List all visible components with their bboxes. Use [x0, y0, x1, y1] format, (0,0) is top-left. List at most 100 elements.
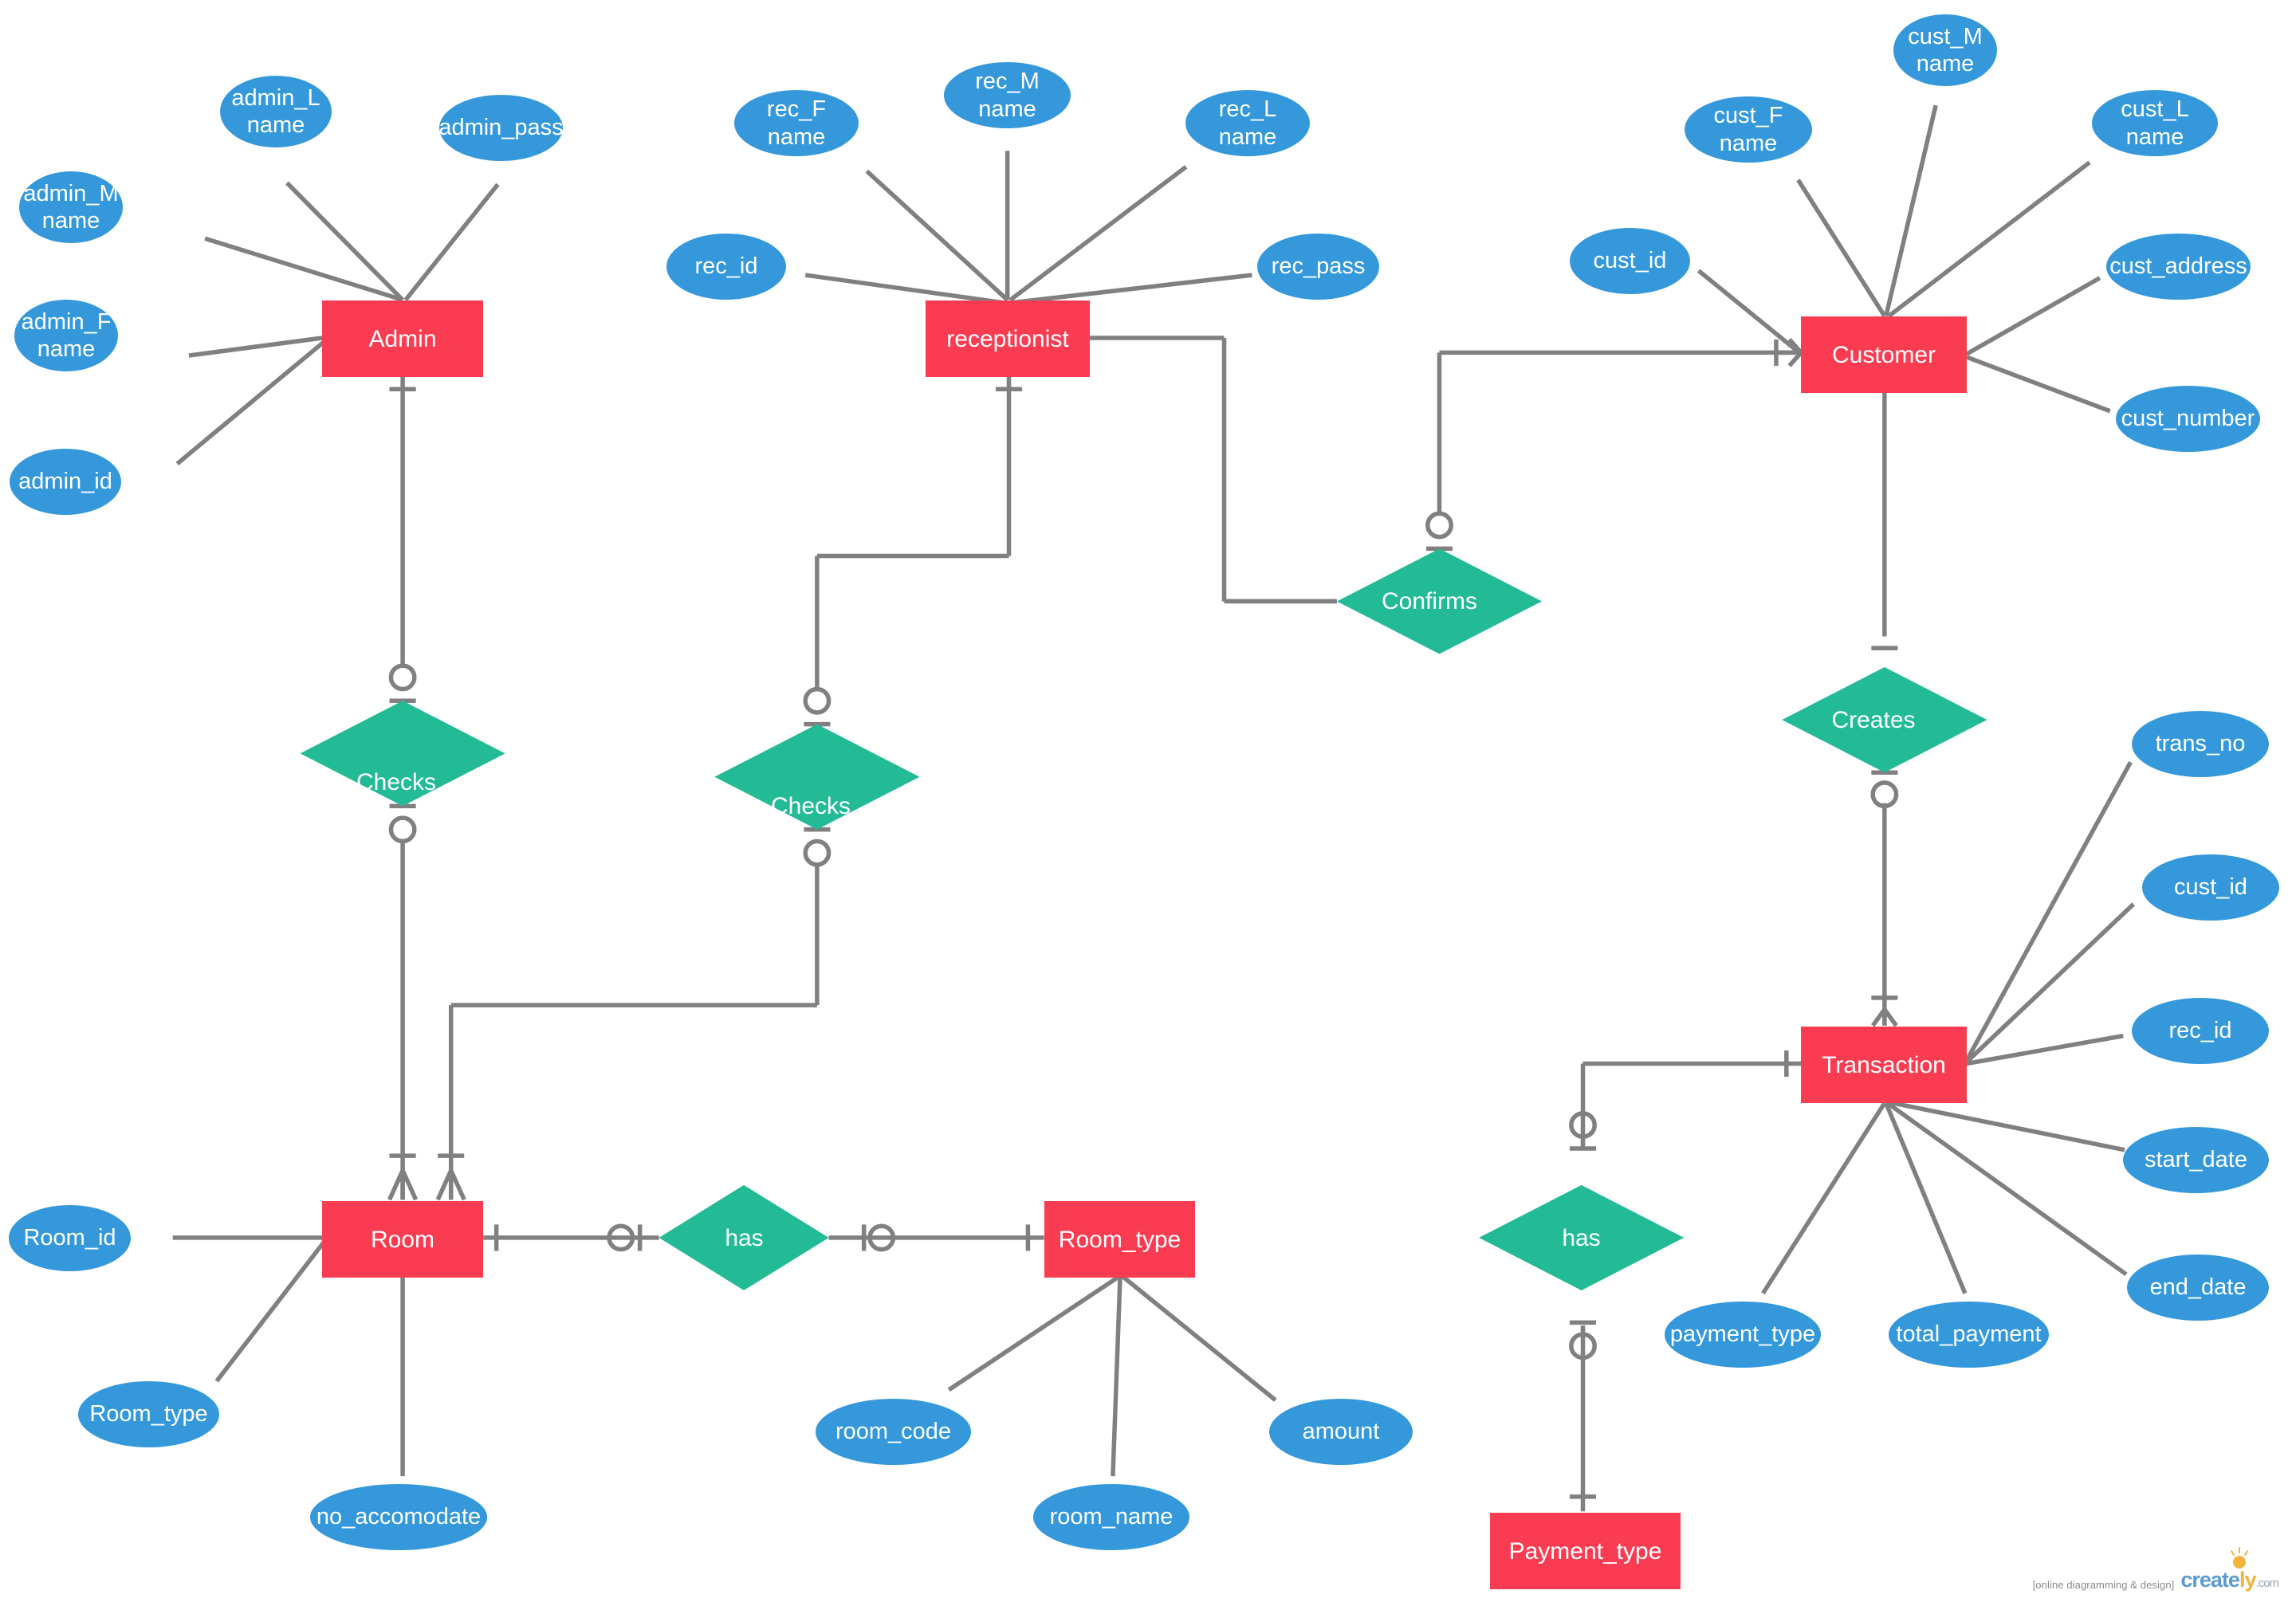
attribute-rec-pass[interactable]: rec_pass: [1257, 234, 1379, 300]
attribute-trans-cust-id[interactable]: cust_id: [2142, 854, 2279, 921]
entity-admin[interactable]: Admin: [322, 300, 483, 377]
watermark-tagline: [online diagramming & design]: [2032, 1579, 2175, 1591]
entity-room-label: Room: [370, 1226, 435, 1253]
edge-roomtype-amount: [1120, 1274, 1277, 1402]
attribute-cust-id[interactable]: cust_id: [1570, 228, 1690, 294]
attribute-start-date[interactable]: start_date: [2123, 1127, 2269, 1193]
entity-room[interactable]: Room: [322, 1201, 483, 1278]
edge-rec-rec_F_name: [865, 169, 1009, 302]
attribute-cust-l-name[interactable]: cust_L name: [2092, 90, 2218, 156]
er-diagram-canvas: Admin receptionist Customer Transaction …: [0, 0, 2296, 1602]
attribute-cust-id-label: cust_id: [1593, 248, 1667, 274]
edge-admin-admin_pass: [403, 183, 500, 302]
edge-rec-rec_id: [804, 273, 1005, 305]
card-checks1-top-circle: [388, 663, 417, 692]
attribute-cust-number-label: cust_number: [2121, 406, 2255, 432]
attribute-admin-l-name-label: admin_L name: [231, 84, 320, 138]
attribute-total-payment-label: total_payment: [1896, 1321, 2042, 1348]
entity-customer-label: Customer: [1831, 341, 1936, 368]
attribute-payment-type[interactable]: payment_type: [1665, 1302, 1821, 1368]
attribute-cust-l-name-label: cust_L name: [2121, 96, 2189, 150]
card-room-right-crowfoot: [435, 1169, 466, 1201]
attribute-room-name-label: room_name: [1049, 1504, 1174, 1530]
attribute-admin-f-name[interactable]: admin_F name: [14, 300, 118, 371]
card-creates-bot-circle: [1870, 780, 1899, 809]
attribute-cust-address-label: cust_address: [2109, 253, 2247, 280]
attribute-admin-id[interactable]: admin_id: [10, 449, 121, 515]
attribute-rec-m-name-label: rec_M name: [975, 69, 1040, 122]
attribute-trans-no-label: trans_no: [2155, 731, 2246, 757]
attribute-no-accomodate[interactable]: no_accomodate: [310, 1484, 487, 1550]
attribute-payment-type-label: payment_type: [1669, 1321, 1816, 1348]
attribute-room-code-label: room_code: [835, 1419, 952, 1445]
attribute-admin-pass[interactable]: admin_pass: [438, 95, 564, 161]
entity-room-type-label: Room_type: [1058, 1226, 1181, 1253]
edge-cust-cust_address: [1965, 276, 2101, 356]
diamond-has-transaction: [1479, 1184, 1685, 1291]
entity-receptionist[interactable]: receptionist: [926, 300, 1090, 377]
attribute-total-payment[interactable]: total_payment: [1889, 1302, 2049, 1368]
diamond-confirms: [1336, 548, 1543, 654]
attribute-trans-no[interactable]: trans_no: [2132, 711, 2269, 777]
attribute-rec-id[interactable]: rec_id: [666, 234, 786, 300]
card-trans-top-crowfoot: [1870, 1007, 1898, 1027]
creately-watermark: [online diagramming & design] creately.c…: [2032, 1568, 2279, 1592]
attribute-trans-rec-id-label: rec_id: [2168, 1018, 2232, 1044]
attribute-cust-m-name[interactable]: cust_M name: [1893, 14, 1997, 86]
attribute-end-date-label: end_date: [2149, 1274, 2247, 1301]
edge-admin-admin_F_name: [188, 336, 323, 358]
attribute-room-type[interactable]: Room_type: [78, 1381, 219, 1447]
card-room-left-crowfoot: [387, 1169, 419, 1201]
edge-cust-cust_number: [1965, 355, 2111, 414]
attribute-admin-m-name[interactable]: admin_M name: [19, 171, 123, 243]
attribute-cust-number[interactable]: cust_number: [2116, 386, 2260, 452]
attribute-trans-cust-id-label: cust_id: [2174, 874, 2247, 901]
attribute-cust-m-name-label: cust_M name: [1908, 23, 1983, 77]
attribute-room-name[interactable]: room_name: [1033, 1484, 1189, 1550]
entity-customer[interactable]: Customer: [1801, 316, 1967, 393]
attribute-room-id[interactable]: Room_id: [9, 1205, 131, 1271]
edge-room-Room_type_attr: [214, 1239, 327, 1383]
entity-payment-type[interactable]: Payment_type: [1490, 1513, 1681, 1589]
attribute-start-date-label: start_date: [2145, 1147, 2247, 1173]
attribute-trans-rec-id[interactable]: rec_id: [2132, 998, 2269, 1064]
attribute-rec-f-name[interactable]: rec_F name: [734, 90, 859, 156]
entity-room-type[interactable]: Room_type: [1044, 1201, 1195, 1278]
attribute-rec-m-name[interactable]: rec_M name: [944, 62, 1071, 128]
attribute-room-id-label: Room_id: [23, 1225, 116, 1251]
edge-trans-payment_type: [1761, 1101, 1887, 1295]
entity-transaction[interactable]: Transaction: [1801, 1027, 1967, 1103]
attribute-rec-f-name-label: rec_F name: [766, 96, 827, 150]
card-checks2-top-circle: [803, 686, 832, 715]
attribute-cust-address[interactable]: cust_address: [2106, 234, 2251, 300]
diamond-checks-rec-room: [714, 724, 920, 830]
attribute-end-date[interactable]: end_date: [2127, 1255, 2269, 1321]
attribute-rec-pass-label: rec_pass: [1271, 253, 1366, 280]
diamond-has-room: [659, 1184, 829, 1291]
edge-cust-cust_F_name: [1796, 179, 1887, 317]
attribute-cust-f-name-label: cust_F name: [1713, 103, 1783, 156]
attribute-admin-m-name-label: admin_M name: [23, 180, 119, 234]
attribute-admin-l-name[interactable]: admin_L name: [220, 76, 332, 147]
diamond-creates: [1782, 667, 1987, 773]
edge-admin-admin_id: [175, 339, 327, 466]
watermark-brand: creately.com: [2180, 1568, 2279, 1592]
edge-trans-trans_no: [1964, 761, 2133, 1062]
attribute-room-type-label: Room_type: [89, 1401, 208, 1427]
edge-roomtype-room_code: [947, 1274, 1122, 1392]
attribute-rec-l-name-label: rec_L name: [1218, 96, 1277, 150]
attribute-rec-id-label: rec_id: [694, 253, 758, 280]
watermark-brand-prefix: creat: [2180, 1568, 2229, 1592]
attribute-rec-l-name[interactable]: rec_L name: [1185, 90, 1310, 156]
attribute-cust-f-name[interactable]: cust_F name: [1685, 96, 1812, 163]
attribute-admin-f-name-label: admin_F name: [21, 308, 112, 362]
card-checks1-bot-circle: [388, 815, 417, 844]
entity-receptionist-label: receptionist: [946, 325, 1069, 352]
attribute-admin-pass-label: admin_pass: [438, 115, 564, 141]
edge-cust-cust_id: [1696, 269, 1803, 356]
watermark-brand-suffix: .com: [2255, 1576, 2278, 1591]
attribute-room-code[interactable]: room_code: [816, 1399, 971, 1465]
attribute-no-accomodate-label: no_accomodate: [316, 1504, 482, 1530]
attribute-amount[interactable]: amount: [1269, 1399, 1413, 1465]
card-checks2-bot-circle: [803, 838, 832, 867]
